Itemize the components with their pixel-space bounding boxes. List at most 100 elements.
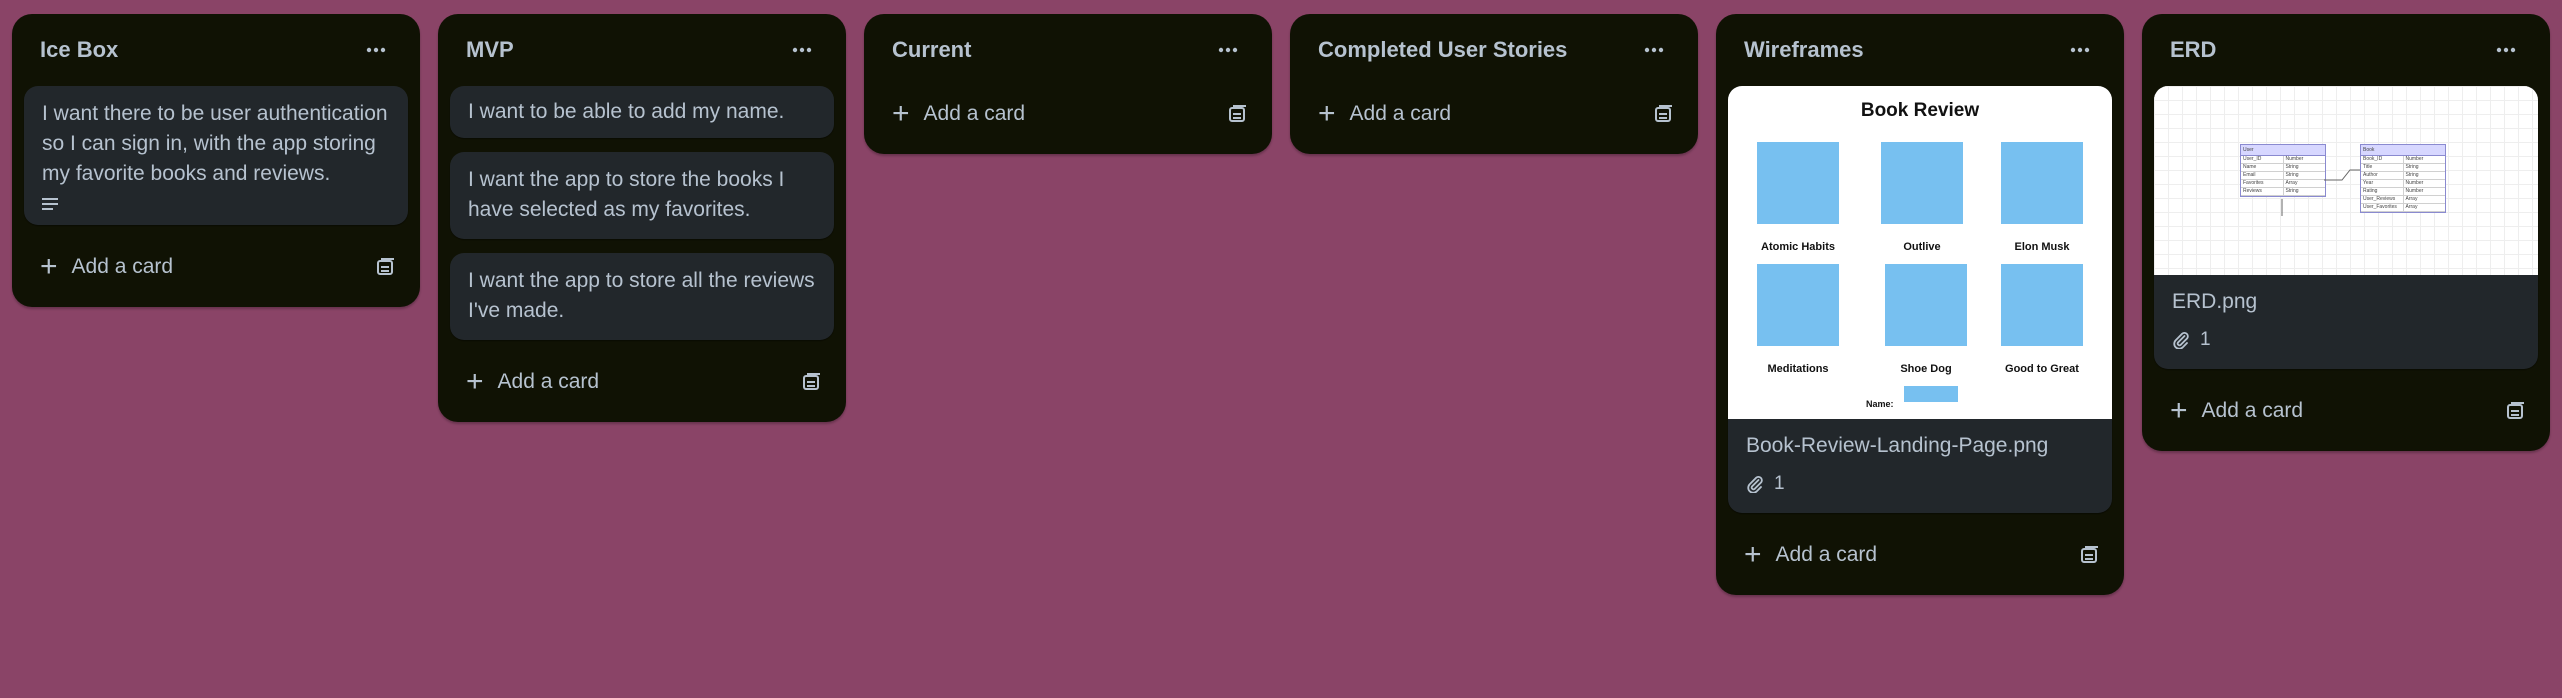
list-title[interactable]: Wireframes: [1744, 37, 1864, 63]
add-card-row: + Add a card: [24, 239, 408, 295]
book-cover: [2001, 264, 2083, 346]
list-menu-button[interactable]: [782, 30, 822, 70]
book-label: Good to Great: [2005, 363, 2079, 375]
card-title: I want the app to store all the reviews …: [468, 269, 815, 322]
list-header[interactable]: MVP: [450, 14, 834, 86]
book-cover: [2001, 142, 2083, 224]
ellipsis-icon: [1218, 47, 1238, 53]
plus-icon: +: [892, 97, 910, 130]
card-body: ERD.png 1: [2154, 275, 2538, 369]
list-title[interactable]: MVP: [466, 37, 514, 63]
add-card-button[interactable]: + Add a card: [40, 252, 173, 282]
card-body: Book-Review-Landing-Page.png 1: [1728, 419, 2112, 513]
list-menu-button[interactable]: [2486, 30, 2526, 70]
card-title: I want the app to store the books I have…: [468, 168, 785, 221]
ellipsis-icon: [366, 47, 386, 53]
card[interactable]: I want the app to store the books I have…: [450, 152, 834, 239]
book-label: Shoe Dog: [1900, 363, 1952, 375]
plus-icon: +: [40, 250, 58, 283]
paperclip-icon: [2173, 331, 2189, 349]
add-card-button[interactable]: + Add a card: [2170, 396, 2303, 426]
card-template-icon[interactable]: [376, 257, 396, 277]
book-label: Outlive: [1903, 241, 1941, 253]
list-header[interactable]: Current: [876, 14, 1260, 86]
list-menu-button[interactable]: [1634, 30, 1674, 70]
book-label: Meditations: [1767, 363, 1829, 375]
list-title[interactable]: ERD: [2170, 37, 2216, 63]
attachment-count: 1: [1774, 473, 1785, 494]
name-input-preview: [1904, 386, 1958, 402]
list-title[interactable]: Completed User Stories: [1318, 37, 1567, 63]
ellipsis-icon: [2070, 47, 2090, 53]
attachment-badge: 1: [1746, 469, 2094, 499]
add-card-button[interactable]: + Add a card: [1318, 99, 1451, 129]
card-template-icon[interactable]: [802, 372, 822, 392]
card-template-icon[interactable]: [1654, 104, 1674, 124]
book-label: Atomic Habits: [1761, 241, 1835, 253]
ellipsis-icon: [1644, 47, 1664, 53]
list-menu-button[interactable]: [2060, 30, 2100, 70]
erd-preview-image: User User_ID Number Name String Email Strin…: [2154, 86, 2538, 275]
add-card-label: Add a card: [2201, 399, 2304, 422]
list-header[interactable]: Completed User Stories: [1302, 14, 1686, 86]
card-title: I want there to be user authentication s…: [42, 102, 388, 185]
book-cover: [1757, 264, 1839, 346]
description-icon: [42, 198, 58, 210]
card-title: ERD.png: [2172, 290, 2258, 313]
attachment-badge: 1: [2172, 325, 2520, 355]
ellipsis-icon: [2496, 47, 2516, 53]
add-card-row: + Add a card: [876, 86, 1260, 142]
list-mvp: MVP I want to be able to add my name. I …: [438, 14, 846, 422]
list-wireframes: Wireframes Book Review Atomic Habits Out…: [1716, 14, 2124, 595]
plus-icon: +: [2170, 394, 2188, 427]
list-header[interactable]: ERD: [2154, 14, 2538, 86]
add-card-row: + Add a card: [1302, 86, 1686, 142]
add-card-button[interactable]: + Add a card: [892, 99, 1025, 129]
list-header[interactable]: Wireframes: [1728, 14, 2112, 86]
image-card[interactable]: User User_ID Number Name String Email Strin…: [2154, 86, 2538, 369]
card-template-icon[interactable]: [2080, 545, 2100, 565]
card[interactable]: I want the app to store all the reviews …: [450, 253, 834, 340]
description-badge: [42, 197, 390, 211]
list-title[interactable]: Ice Box: [40, 37, 118, 63]
list-ice-box: Ice Box I want there to be user authenti…: [12, 14, 420, 307]
card-template-icon[interactable]: [1228, 104, 1248, 124]
plus-icon: +: [1318, 97, 1336, 130]
name-label: Name:: [1866, 399, 1894, 409]
add-card-row: + Add a card: [2154, 383, 2538, 439]
list-current: Current + Add a card: [864, 14, 1272, 154]
card[interactable]: I want to be able to add my name.: [450, 86, 834, 138]
add-card-button[interactable]: + Add a card: [466, 367, 599, 397]
wireframe-preview-image: Book Review Atomic Habits Outlive Elon M…: [1728, 86, 2112, 419]
add-card-label: Add a card: [1349, 102, 1452, 125]
card-title: Book-Review-Landing-Page.png: [1746, 434, 2049, 457]
image-card[interactable]: Book Review Atomic Habits Outlive Elon M…: [1728, 86, 2112, 513]
list-menu-button[interactable]: [356, 30, 396, 70]
add-card-row: + Add a card: [1728, 527, 2112, 583]
list-completed-user-stories: Completed User Stories + Add a card: [1290, 14, 1698, 154]
add-card-label: Add a card: [71, 255, 174, 278]
paperclip-icon: [1747, 475, 1763, 493]
add-card-row: + Add a card: [450, 354, 834, 410]
list-menu-button[interactable]: [1208, 30, 1248, 70]
list-title[interactable]: Current: [892, 37, 971, 63]
card-title: I want to be able to add my name.: [468, 100, 785, 123]
attachment-count: 1: [2200, 329, 2211, 350]
plus-icon: +: [466, 365, 484, 398]
erd-relationship-line: [2281, 169, 2360, 216]
add-card-label: Add a card: [1775, 543, 1878, 566]
list-header[interactable]: Ice Box: [24, 14, 408, 86]
wireframe-title: Book Review: [1860, 100, 1980, 121]
add-card-label: Add a card: [923, 102, 1026, 125]
ellipsis-icon: [792, 47, 812, 53]
book-cover: [1757, 142, 1839, 224]
book-cover: [1881, 142, 1963, 224]
plus-icon: +: [1744, 538, 1762, 571]
add-card-button[interactable]: + Add a card: [1744, 540, 1877, 570]
list-erd: ERD User User_ID Number Name String Email S…: [2142, 14, 2550, 451]
card[interactable]: I want there to be user authentication s…: [24, 86, 408, 225]
book-cover: [1885, 264, 1967, 346]
book-label: Elon Musk: [2014, 241, 2070, 253]
card-template-icon[interactable]: [2506, 401, 2526, 421]
add-card-label: Add a card: [497, 370, 600, 393]
